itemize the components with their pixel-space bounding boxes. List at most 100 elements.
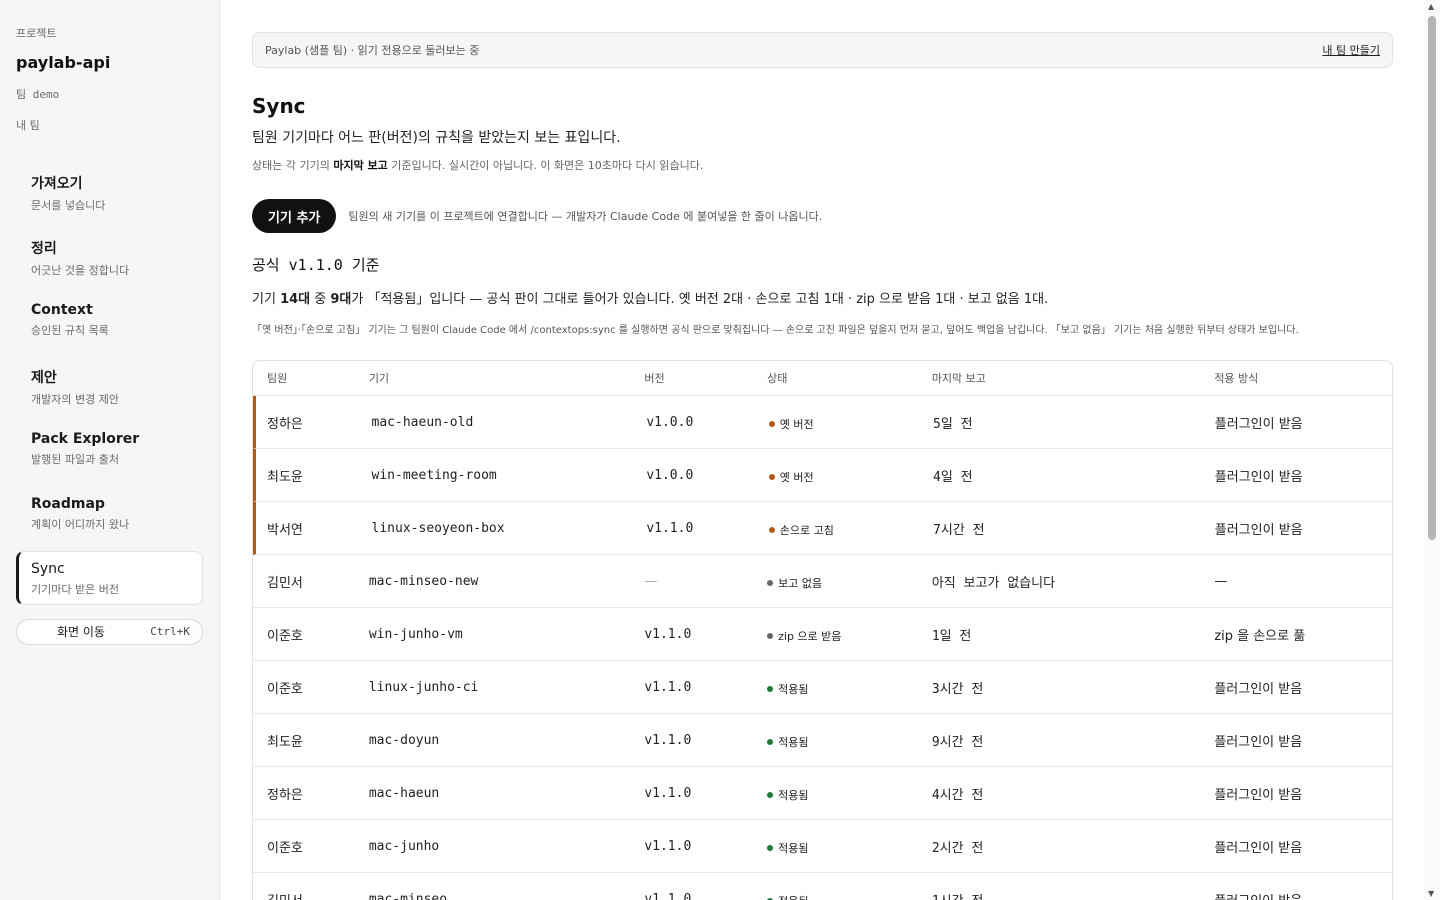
- cell-last-report: 아직 보고가 없습니다: [931, 575, 1056, 591]
- cell-last-report: 7시간 전: [933, 522, 985, 538]
- cell-last-report: 1일 전: [931, 628, 972, 644]
- table-body: 정하은 mac-haeun-old v1.0.0 옛 버전 5일 전 플러그인이 받음 최도…: [253, 396, 1392, 900]
- table-row[interactable]: 이준호 win-junho-vm v1.1.0 zip 으로 받음 1일 전 zip 을 …: [253, 608, 1392, 661]
- table-row[interactable]: 이준호 linux-junho-ci v1.1.0 적용됨 3시간 전 플러그인이 받음: [253, 661, 1392, 714]
- header-last-report[interactable]: 마지막 보고: [932, 370, 1215, 386]
- sidebar-item-subtitle: 기기마다 받은 버전: [31, 582, 119, 596]
- main-content: Paylab (샘플 팀) · 읽기 전용으로 둘러보는 중 내 팀 만들기 S…: [252, 32, 1393, 900]
- cell-member: 이준호: [267, 681, 303, 697]
- create-team-link[interactable]: 내 팀 만들기: [1322, 42, 1380, 58]
- status-badge: 적용됨: [767, 787, 808, 803]
- cell-last-report: 3시간 전: [931, 681, 984, 697]
- summary-total: 14대: [280, 292, 311, 307]
- cell-status: 적용됨: [767, 889, 932, 900]
- cell-device: mac-doyun: [368, 732, 440, 748]
- cell-version: v1.1.0: [644, 732, 692, 748]
- header-status[interactable]: 상태: [767, 370, 932, 386]
- status-badge: 보고 없음: [767, 575, 822, 591]
- jump-button[interactable]: 화면 이동 Ctrl+K: [16, 618, 203, 645]
- cell-version: —: [644, 573, 658, 589]
- my-team-link[interactable]: 내 팀: [16, 117, 203, 133]
- status-badge: 적용됨: [767, 734, 808, 750]
- sidebar-item-title: Sync: [31, 560, 65, 577]
- status-dot-icon: [767, 792, 774, 798]
- demo-banner: Paylab (샘플 팀) · 읽기 전용으로 둘러보는 중 내 팀 만들기: [252, 32, 1393, 68]
- cell-method: zip 을 손으로 풂: [1214, 628, 1306, 644]
- summary-applied: 9대: [330, 292, 352, 307]
- table-row[interactable]: 김민서mac-minseo v1.1.0 적용됨 1시간 전플러그인이 받음: [253, 873, 1392, 900]
- summary-p1: 기기: [252, 292, 281, 307]
- status-dot-icon: [768, 527, 775, 533]
- table-row[interactable]: 박서연 linux-seoyeon-box v1.1.0 손으로 고침 7시간 전 플러그…: [253, 502, 1392, 555]
- status-label: 적용됨: [778, 842, 809, 855]
- jump-label: 화면 이동: [57, 625, 105, 640]
- cell-method: 플러그인이 받음: [1214, 787, 1303, 803]
- note-post: 기준입니다. 실시간이 아닙니다. 이 화면은 10초마다 다시 읽습니다.: [387, 159, 704, 172]
- sidebar-item-roadmap[interactable]: Roadmap 계획이 어디까지 왔나: [16, 486, 203, 540]
- cell-status: zip 으로 받음: [767, 624, 932, 644]
- team-name[interactable]: 팀 demo: [16, 86, 203, 102]
- cell-last-report: 4시간 전: [931, 787, 984, 803]
- cell-device: mac-haeun-old: [371, 414, 474, 430]
- sidebar-item-pack-explorer[interactable]: Pack Explorer 발행된 파일과 출처: [16, 421, 203, 475]
- sidebar-item-정리[interactable]: 정리 어긋난 것을 정합니다: [16, 228, 203, 282]
- cell-version: v1.0.0: [646, 414, 694, 430]
- page-note: 상태는 각 기기의 마지막 보고 기준입니다. 실시간이 아닙니다. 이 화면은…: [252, 157, 1393, 173]
- cell-status: 적용됨: [767, 836, 932, 856]
- table-header: 팀원 기기 버전 상태 마지막 보고 적용 방식: [253, 361, 1392, 396]
- cell-member: 김민서: [253, 890, 369, 900]
- status-label: 보고 없음: [778, 577, 823, 590]
- table-row[interactable]: 최도윤 mac-doyun v1.1.0 적용됨 9시간 전 플러그인이 받음: [253, 714, 1392, 767]
- header-member[interactable]: 팀원: [253, 370, 369, 386]
- header-method[interactable]: 적용 방식: [1214, 370, 1392, 386]
- status-badge: 적용됨: [767, 893, 808, 900]
- sidebar-item-가져오기[interactable]: 가져오기 문서를 넣습니다: [16, 163, 203, 217]
- cell-method: 플러그인이 받음: [1214, 416, 1303, 432]
- status-label: 옛 버전: [779, 418, 814, 431]
- cell-method: 플러그인이 받음: [1214, 522, 1303, 538]
- cell-device: mac-minseo-new: [368, 573, 479, 589]
- cell-version: v1.0.0: [646, 467, 694, 483]
- cell-method: 플러그인이 받음: [1214, 681, 1303, 697]
- cell-last-report: 2시간 전: [931, 840, 984, 856]
- cell-version: v1.1.0: [644, 785, 692, 801]
- status-badge: 옛 버전: [768, 416, 814, 432]
- table-row[interactable]: 최도윤 win-meeting-room v1.0.0 옛 버전 4일 전 플러그인이 받…: [253, 449, 1392, 502]
- project-name[interactable]: paylab-api: [16, 53, 203, 72]
- table-row[interactable]: 정하은 mac-haeun v1.1.0 적용됨 4시간 전 플러그인이 받음: [253, 767, 1392, 820]
- cell-version: v1.1.0: [644, 679, 692, 695]
- page-scrollbar[interactable]: ▲ ▼: [1424, 0, 1440, 900]
- sidebar-item-subtitle: 승인된 규칙 목록: [31, 324, 109, 338]
- table-row[interactable]: 김민서 mac-minseo-new — 보고 없음 아직 보고가 없습니다 —: [253, 555, 1392, 608]
- sidebar-item-subtitle: 발행된 파일과 출처: [31, 453, 119, 467]
- sidebar-item-subtitle: 계획이 어디까지 왔나: [31, 517, 130, 531]
- cell-member: 이준호: [267, 840, 303, 856]
- baseline-version: 공식 v1.1.0 기준: [252, 256, 380, 274]
- header-device[interactable]: 기기: [369, 370, 645, 386]
- project-eyebrow: 프로젝트: [16, 27, 57, 40]
- sidebar-item-context[interactable]: Context 승인된 규칙 목록: [16, 292, 203, 346]
- cell-last-report: 1시간 전: [932, 890, 1215, 900]
- summary-p3: 가 「적용됨」입니다 — 공식 판이 그대로 들어가 있습니다. 옛 버전 2대…: [351, 292, 1049, 307]
- scroll-up-icon[interactable]: ▲: [1428, 2, 1434, 11]
- scroll-thumb[interactable]: [1428, 16, 1436, 540]
- cell-member: 최도윤: [267, 469, 303, 485]
- sidebar-item-sync[interactable]: Sync 기기마다 받은 버전: [16, 550, 203, 605]
- status-label: zip 으로 받음: [778, 630, 842, 643]
- cell-method: 플러그인이 받음: [1214, 734, 1303, 750]
- cell-member: 박서연: [267, 522, 303, 538]
- cell-device: win-junho-vm: [368, 626, 463, 642]
- sidebar: 프로젝트 paylab-api 팀 demo 내 팀 가져오기 문서를 넣습니다정…: [0, 0, 220, 900]
- status-dot-icon: [768, 474, 775, 480]
- add-device-button[interactable]: 기기 추가: [252, 199, 337, 233]
- sidebar-item-제안[interactable]: 제안 개발자의 변경 제안: [16, 357, 203, 411]
- cell-status: 적용됨: [767, 677, 932, 697]
- scroll-down-icon[interactable]: ▼: [1428, 889, 1434, 898]
- header-version[interactable]: 버전: [644, 370, 767, 386]
- table-row[interactable]: 정하은 mac-haeun-old v1.0.0 옛 버전 5일 전 플러그인이 받음: [253, 396, 1392, 449]
- status-dot-icon: [767, 686, 774, 692]
- cell-method: —: [1214, 573, 1228, 589]
- table-row[interactable]: 이준호 mac-junho v1.1.0 적용됨 2시간 전 플러그인이 받음: [253, 820, 1392, 873]
- cell-device: mac-haeun: [368, 785, 440, 801]
- cell-version: v1.1.0: [644, 626, 692, 642]
